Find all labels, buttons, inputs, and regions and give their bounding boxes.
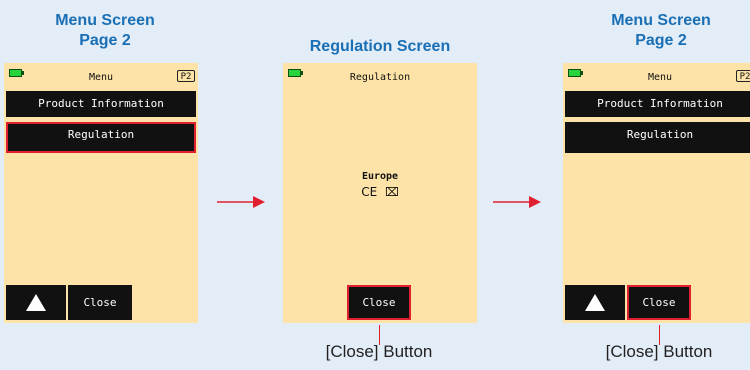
menu-item-regulation[interactable]: Regulation xyxy=(6,122,196,153)
menu-screen-right: Menu P2 Product Information Regulation C… xyxy=(563,63,750,323)
screen-title: Menu xyxy=(647,72,673,83)
regulation-marks: CE ⌧ xyxy=(283,185,477,199)
page-up-button[interactable] xyxy=(565,285,625,320)
caption-line: Menu Screen xyxy=(611,12,711,29)
callout-close-button: [Close] Button xyxy=(605,342,713,361)
regulation-screen: Regulation Europe CE ⌧ Close xyxy=(283,63,477,323)
menu-item-regulation[interactable]: Regulation xyxy=(565,122,750,153)
caption-menu-screen-right: Menu Screen Page 2 xyxy=(596,11,726,51)
triangle-up-icon xyxy=(585,294,605,311)
triangle-up-icon xyxy=(26,294,46,311)
weee-bin-icon: ⌧ xyxy=(384,185,399,199)
menu-screen-left: Menu P2 Product Information Regulation C… xyxy=(4,63,198,323)
caption-line: Regulation Screen xyxy=(309,38,451,55)
close-button[interactable]: Close xyxy=(627,285,691,320)
arrow-right-icon xyxy=(217,196,265,208)
screen-title: Regulation xyxy=(349,72,411,83)
page-badge: P2 xyxy=(736,70,750,82)
page-up-button[interactable] xyxy=(6,285,66,320)
screen-title: Menu xyxy=(88,72,114,83)
menu-item-product-information[interactable]: Product Information xyxy=(565,91,750,117)
menu-item-product-information[interactable]: Product Information xyxy=(6,91,196,117)
callout-close-button: [Close] Button xyxy=(325,342,433,361)
page-badge: P2 xyxy=(177,70,195,82)
caption-line: Page 2 xyxy=(79,32,131,49)
caption-line: Menu Screen xyxy=(55,12,155,29)
caption-line: Page 2 xyxy=(635,32,687,49)
caption-menu-screen-left: Menu Screen Page 2 xyxy=(40,11,170,51)
region-label: Europe xyxy=(361,171,399,182)
caption-regulation-screen: Regulation Screen xyxy=(280,37,480,57)
close-button[interactable]: Close xyxy=(68,285,132,320)
close-button[interactable]: Close xyxy=(347,285,411,320)
arrow-right-icon xyxy=(493,196,541,208)
ce-mark-icon: CE xyxy=(361,185,378,199)
